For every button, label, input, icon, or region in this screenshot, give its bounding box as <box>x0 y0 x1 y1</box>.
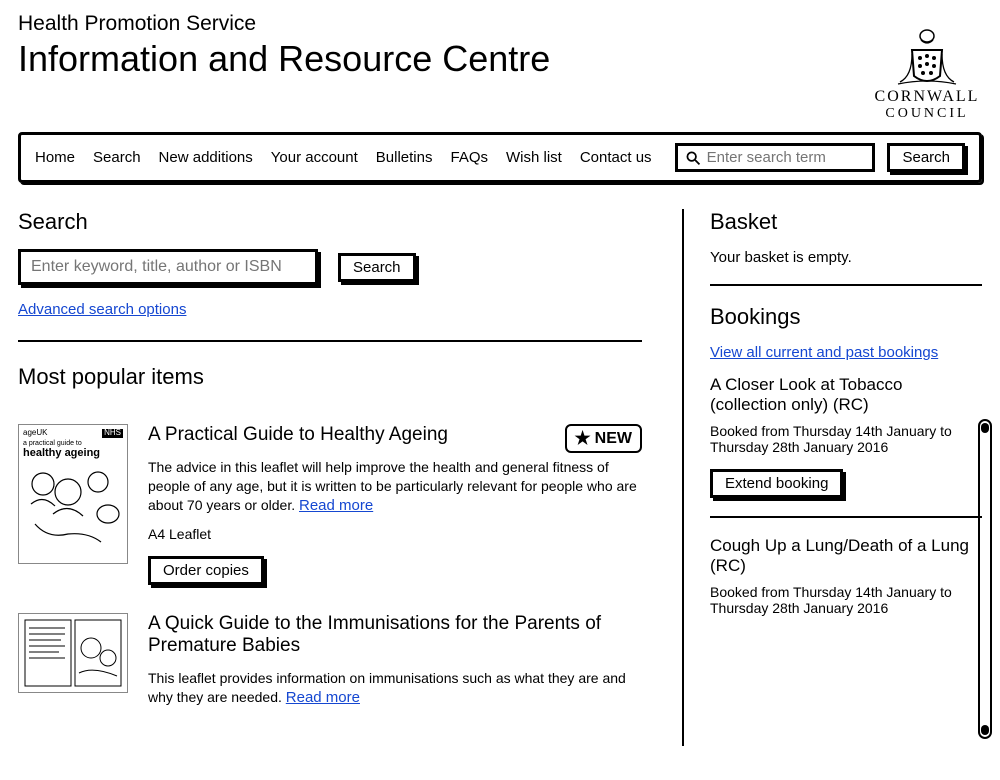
item-thumbnail[interactable]: ageUK NHS a practical guide to healthy ag… <box>18 424 128 564</box>
basket-heading: Basket <box>710 209 982 235</box>
item-title[interactable]: A Practical Guide to Healthy Ageing <box>148 424 448 446</box>
main-content: Search Search Advanced search options Mo… <box>18 209 682 746</box>
council-name-1: CORNWALL <box>875 88 980 106</box>
booking-title: A Closer Look at Tobacco (collection onl… <box>710 375 982 415</box>
view-all-bookings-link[interactable]: View all current and past bookings <box>710 344 938 361</box>
bookings-heading: Bookings <box>710 304 982 330</box>
nav-item-your-account[interactable]: Your account <box>271 149 358 166</box>
read-more-link[interactable]: Read more <box>299 497 373 514</box>
crest-icon <box>892 26 962 88</box>
nav-search-box[interactable] <box>675 143 875 172</box>
page-header: Health Promotion Service Information and… <box>18 12 982 122</box>
new-badge: ★ NEW <box>565 424 642 453</box>
search-heading: Search <box>18 209 642 235</box>
divider <box>710 284 982 286</box>
service-subtitle: Health Promotion Service <box>18 12 550 36</box>
header-text-block: Health Promotion Service Information and… <box>18 12 550 80</box>
page-title: Information and Resource Centre <box>18 38 550 80</box>
booking-item: A Closer Look at Tobacco (collection onl… <box>710 375 982 498</box>
nav-search-group: Search <box>675 143 965 172</box>
popular-item: ageUK NHS a practical guide to healthy ag… <box>18 424 642 585</box>
people-illustration-icon <box>23 464 123 549</box>
nav-item-search[interactable]: Search <box>93 149 141 166</box>
leaflet-illustration-icon <box>23 618 123 688</box>
thumb-logo-left: ageUK <box>23 429 47 438</box>
divider <box>710 516 982 518</box>
nav-search-input[interactable] <box>707 149 865 166</box>
item-description: The advice in this leaflet will help imp… <box>148 458 642 516</box>
booking-item: Cough Up a Lung/Death of a Lung (RC) Boo… <box>710 536 982 616</box>
basket-empty-text: Your basket is empty. <box>710 249 982 266</box>
search-row: Search <box>18 249 642 285</box>
nav-item-faqs[interactable]: FAQs <box>450 149 488 166</box>
popular-heading: Most popular items <box>18 364 642 390</box>
extend-booking-button[interactable]: Extend booking <box>710 469 843 498</box>
nav-items: Home Search New additions Your account B… <box>35 149 657 166</box>
star-icon: ★ <box>575 428 591 449</box>
scroll-down-icon <box>981 725 989 735</box>
main-search-button[interactable]: Search <box>338 253 416 282</box>
item-title[interactable]: A Quick Guide to the Immunisations for t… <box>148 613 642 657</box>
main-navbar: Home Search New additions Your account B… <box>18 132 982 183</box>
read-more-link[interactable]: Read more <box>286 689 360 706</box>
thumb-title: healthy ageing <box>23 447 123 459</box>
nav-item-contact-us[interactable]: Contact us <box>580 149 652 166</box>
booking-title: Cough Up a Lung/Death of a Lung (RC) <box>710 536 982 576</box>
nav-item-wish-list[interactable]: Wish list <box>506 149 562 166</box>
item-desc-text: The advice in this leaflet will help imp… <box>148 459 637 513</box>
order-copies-button[interactable]: Order copies <box>148 556 264 585</box>
booking-dates: Booked from Thursday 14th January to Thu… <box>710 423 982 455</box>
item-body: A Practical Guide to Healthy Ageing ★ NE… <box>148 424 642 585</box>
item-desc-text: This leaflet provides information on imm… <box>148 670 626 705</box>
council-name-2: COUNCIL <box>885 106 968 122</box>
scrollbar[interactable] <box>978 419 992 739</box>
thumb-subtitle: a practical guide to <box>23 440 123 448</box>
advanced-search-link[interactable]: Advanced search options <box>18 301 186 318</box>
popular-item: A Quick Guide to the Immunisations for t… <box>18 613 642 718</box>
council-logo: CORNWALL COUNCIL <box>872 12 982 122</box>
item-description: This leaflet provides information on imm… <box>148 669 642 708</box>
nav-item-home[interactable]: Home <box>35 149 75 166</box>
new-badge-label: NEW <box>595 430 632 448</box>
search-icon <box>686 150 700 166</box>
item-format: A4 Leaflet <box>148 526 642 542</box>
item-body: A Quick Guide to the Immunisations for t… <box>148 613 642 718</box>
thumb-logo-right: NHS <box>102 429 123 438</box>
nav-search-button[interactable]: Search <box>887 143 965 172</box>
nav-item-bulletins[interactable]: Bulletins <box>376 149 433 166</box>
main-search-input[interactable] <box>18 249 318 285</box>
item-thumbnail[interactable] <box>18 613 128 693</box>
scroll-up-icon <box>981 423 989 433</box>
sidebar: Basket Your basket is empty. Bookings Vi… <box>682 209 982 746</box>
nav-item-new-additions[interactable]: New additions <box>159 149 253 166</box>
divider <box>18 340 642 342</box>
booking-dates: Booked from Thursday 14th January to Thu… <box>710 584 982 616</box>
